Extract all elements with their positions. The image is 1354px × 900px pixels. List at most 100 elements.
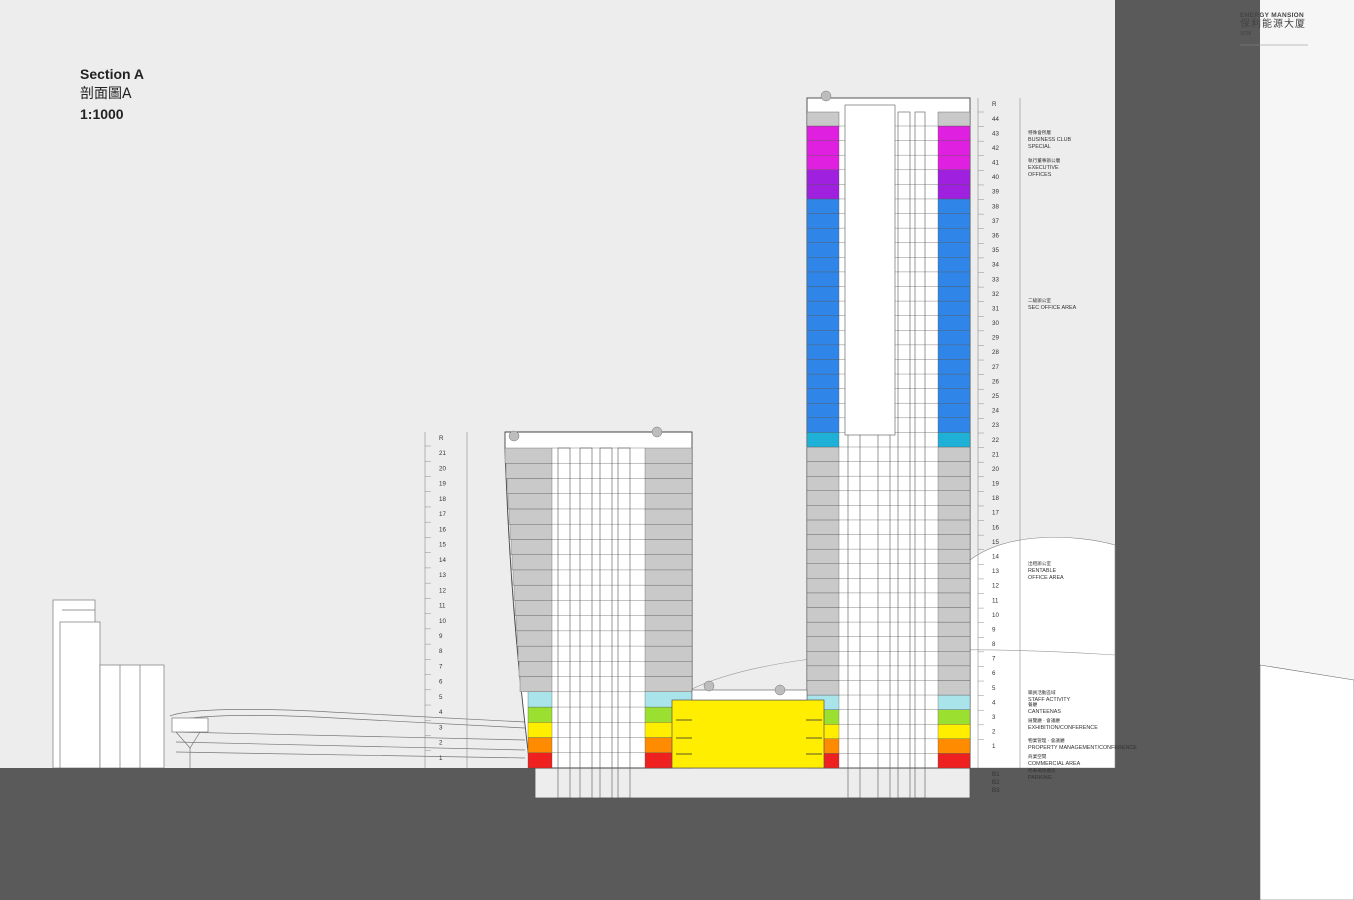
zone-label-cn: 出租辦公室: [1028, 560, 1051, 567]
basement-label: B1: [992, 771, 1000, 778]
tall-floor-label: 28: [992, 349, 999, 356]
tall-floor-label: 31: [992, 305, 999, 312]
short-floor-label: 14: [439, 557, 446, 564]
tall-floor-left: [806, 286, 840, 302]
short-floor-label: 2: [439, 740, 443, 747]
tall-floor-right: [937, 198, 971, 214]
tall-floor-left: [806, 330, 840, 346]
tall-floor-right: [937, 519, 971, 535]
short-floor-left: [527, 691, 553, 708]
tall-floor-label: 30: [992, 320, 999, 327]
tall-floor-right: [937, 490, 971, 506]
tall-roof-left: [806, 111, 840, 127]
tall-floor-right: [937, 607, 971, 623]
tall-floor-label: 14: [992, 553, 999, 560]
zone-label-en: COMMERCIAL AREA: [1028, 761, 1081, 767]
short-floor-label: 18: [439, 496, 446, 503]
short-floor-right: [644, 615, 693, 632]
short-floor-left: [516, 630, 553, 647]
right-dark-panel: [1115, 0, 1260, 900]
zone-label-cn: 職員活動區域: [1028, 689, 1056, 696]
short-floor-right: [644, 554, 693, 571]
tall-floor-left: [806, 373, 840, 389]
brand-name-cn: 保利能源大厦: [1240, 19, 1306, 30]
tall-floor-left: [806, 213, 840, 229]
tall-floor-label: 34: [992, 262, 999, 269]
zone-label-cn: 展覽廳 · 會議廳: [1028, 717, 1060, 724]
short-floor-label: 3: [439, 724, 443, 731]
tall-roof-label: R: [992, 101, 997, 108]
short-floor-label: 9: [439, 633, 443, 640]
short-floor-left: [513, 584, 553, 601]
tall-floor-left: [806, 607, 840, 623]
zone-label-cn: 特殊會所層: [1028, 129, 1051, 136]
tall-floor-label: 3: [992, 714, 996, 721]
short-floor-right: [644, 493, 693, 510]
tall-floor-label: 4: [992, 699, 996, 706]
tall-floor-right: [937, 403, 971, 418]
short-floor-right: [644, 584, 693, 601]
tall-floor-right: [937, 344, 971, 360]
tall-floor-left: [806, 227, 840, 243]
tall-floor-label: 10: [992, 612, 999, 619]
short-floor-right: [644, 630, 693, 647]
short-floor-label: 12: [439, 587, 446, 594]
tall-floor-left: [806, 140, 840, 156]
tall-floor-right: [937, 271, 971, 287]
tall-floor-right: [937, 665, 971, 681]
tall-floor-right: [937, 724, 971, 739]
podium-exhibition: [671, 699, 825, 769]
zone-label-en: BUSINESS CLUB: [1028, 137, 1072, 143]
short-floor-right: [644, 524, 693, 540]
brand-block: ENERGY MANSION 保利能源大厦 SOM: [1240, 12, 1306, 37]
tall-floor-label: 13: [992, 568, 999, 575]
tall-floor-label: 40: [992, 174, 999, 181]
short-floor-label: 6: [439, 679, 443, 686]
section-drawing: R 44 43 42 41 40 39 38 37 36 35 34 33 32 31 30 29 28 27 26 2…: [0, 0, 1354, 900]
tall-floor-right: [937, 680, 971, 696]
tall-floor-left: [806, 519, 840, 535]
tall-floor-left: [806, 125, 840, 141]
short-floor-left: [512, 569, 553, 586]
tall-floor-label: 5: [992, 685, 996, 692]
tall-floor-right: [937, 592, 971, 608]
zone-label-en: PARKING: [1028, 775, 1052, 781]
tall-floor-left: [806, 578, 840, 594]
tall-atrium: [844, 104, 896, 436]
section-title-block: Section A 剖面圖A 1:1000: [80, 64, 144, 124]
short-floor-left: [515, 615, 553, 632]
short-floor-left: [504, 447, 553, 464]
tall-floor-left: [806, 344, 840, 360]
short-floor-label: 21: [439, 450, 446, 457]
short-floor-label: 1: [439, 755, 443, 762]
zone-label-en: OFFICE AREA: [1028, 575, 1064, 581]
tall-floor-left: [806, 490, 840, 506]
zone-label-en: EXHIBITION/CONFERENCE: [1028, 725, 1098, 731]
short-floor-label: 7: [439, 663, 443, 670]
tall-floor-left: [806, 636, 840, 652]
short-floor-label: 15: [439, 542, 446, 549]
tall-floor-label: 41: [992, 160, 999, 167]
tall-floor-left: [806, 505, 840, 521]
tall-floor-label: 17: [992, 510, 999, 517]
tall-floor-left: [806, 359, 840, 375]
short-floor-left: [508, 508, 553, 525]
short-floor-right: [644, 539, 693, 555]
short-floor-left: [510, 539, 553, 555]
short-floor-left: [514, 600, 553, 616]
roof-tree: [820, 90, 832, 102]
tall-floor-right: [937, 315, 971, 331]
tall-floor-left: [806, 184, 840, 200]
tall-floor-label: 19: [992, 481, 999, 488]
tall-floor-right: [937, 621, 971, 637]
short-floor-right: [644, 569, 693, 586]
tall-floor-left: [806, 621, 840, 637]
tall-floor-label: 37: [992, 218, 999, 225]
short-floor-right: [644, 645, 693, 662]
tall-floor-right: [937, 213, 971, 229]
short-floor-label: 4: [439, 709, 443, 716]
tall-floor-label: 21: [992, 451, 999, 458]
tall-floor-label: 9: [992, 626, 996, 633]
tall-floor-right: [937, 709, 971, 725]
short-floor-left: [506, 478, 553, 494]
